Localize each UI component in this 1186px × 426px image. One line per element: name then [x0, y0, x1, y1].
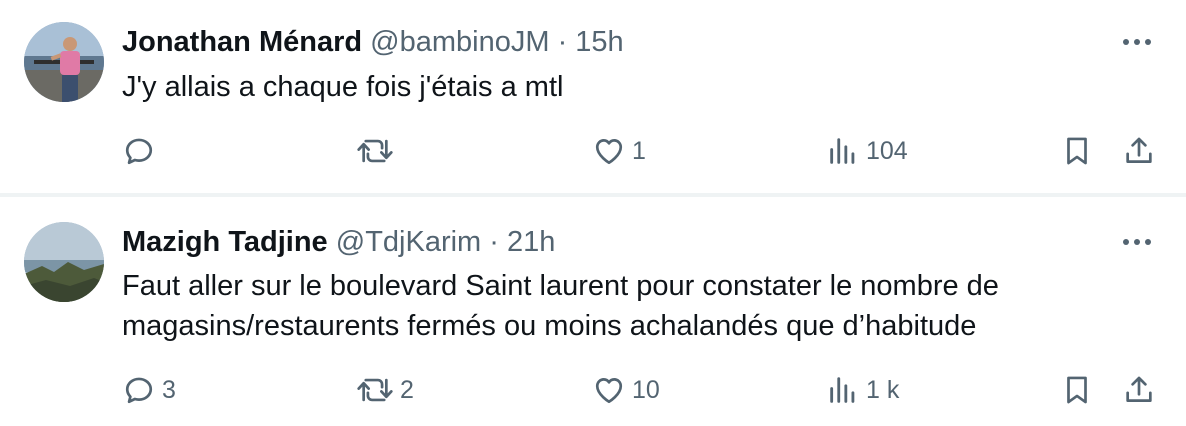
views-icon [830, 138, 855, 164]
reply-button[interactable] [122, 129, 162, 173]
retweet-button[interactable]: 2 [356, 368, 414, 412]
views-button[interactable]: 1 k [826, 368, 899, 412]
bookmark-button[interactable] [1060, 368, 1094, 412]
action-bar: 3 2 10 1 k [0, 368, 1186, 412]
views-button[interactable]: 104 [826, 129, 908, 173]
separator: · [489, 226, 499, 258]
reply-count: 3 [162, 375, 176, 404]
author-handle[interactable]: @TdjKarim [336, 226, 481, 258]
share-button[interactable] [1122, 129, 1156, 173]
avatar[interactable] [24, 222, 104, 302]
reply-icon [125, 138, 153, 165]
tweet[interactable]: Jonathan Ménard @bambinoJM · 15h J'y all… [0, 0, 1186, 194]
share-button[interactable] [1122, 368, 1156, 412]
tweet-text: Faut aller sur le boulevard Saint lauren… [122, 270, 999, 342]
heart-icon [595, 139, 623, 165]
author-name[interactable]: Jonathan Ménard [122, 26, 362, 58]
more-icon[interactable] [1120, 32, 1154, 52]
action-bar: 1 104 [0, 129, 1186, 173]
timestamp[interactable]: 15h [575, 26, 623, 58]
avatar[interactable] [24, 22, 104, 102]
like-button[interactable]: 1 [592, 129, 646, 173]
retweet-button[interactable] [356, 129, 400, 173]
tweet-divider [0, 193, 1186, 197]
share-icon [1126, 376, 1152, 402]
bookmark-icon [1067, 376, 1087, 404]
tweet[interactable]: Mazigh Tadjine @TdjKarim · 21h Faut alle… [0, 198, 1186, 426]
reply-button[interactable]: 3 [122, 368, 176, 412]
views-count: 1 k [866, 375, 900, 404]
timestamp[interactable]: 21h [507, 226, 555, 258]
tweet-text: J'y allais a chaque fois j'étais a mtl [122, 71, 564, 103]
like-button[interactable]: 10 [592, 368, 660, 412]
author-name[interactable]: Mazigh Tadjine [122, 226, 328, 258]
heart-icon [595, 378, 623, 404]
retweet-icon [357, 139, 393, 163]
bookmark-button[interactable] [1060, 129, 1094, 173]
views-icon [830, 377, 855, 403]
like-count: 10 [632, 375, 660, 404]
tweet-header: Mazigh Tadjine @TdjKarim · 21h [122, 224, 555, 260]
share-icon [1126, 137, 1152, 163]
views-count: 104 [866, 136, 908, 165]
tweet-header: Jonathan Ménard @bambinoJM · 15h [122, 24, 624, 60]
author-handle[interactable]: @bambinoJM [370, 26, 549, 58]
retweet-count: 2 [400, 375, 414, 404]
separator: · [557, 26, 568, 58]
like-count: 1 [632, 136, 646, 165]
more-icon[interactable] [1120, 232, 1154, 252]
bookmark-icon [1067, 137, 1087, 165]
retweet-icon [357, 378, 393, 402]
reply-icon [125, 377, 153, 404]
